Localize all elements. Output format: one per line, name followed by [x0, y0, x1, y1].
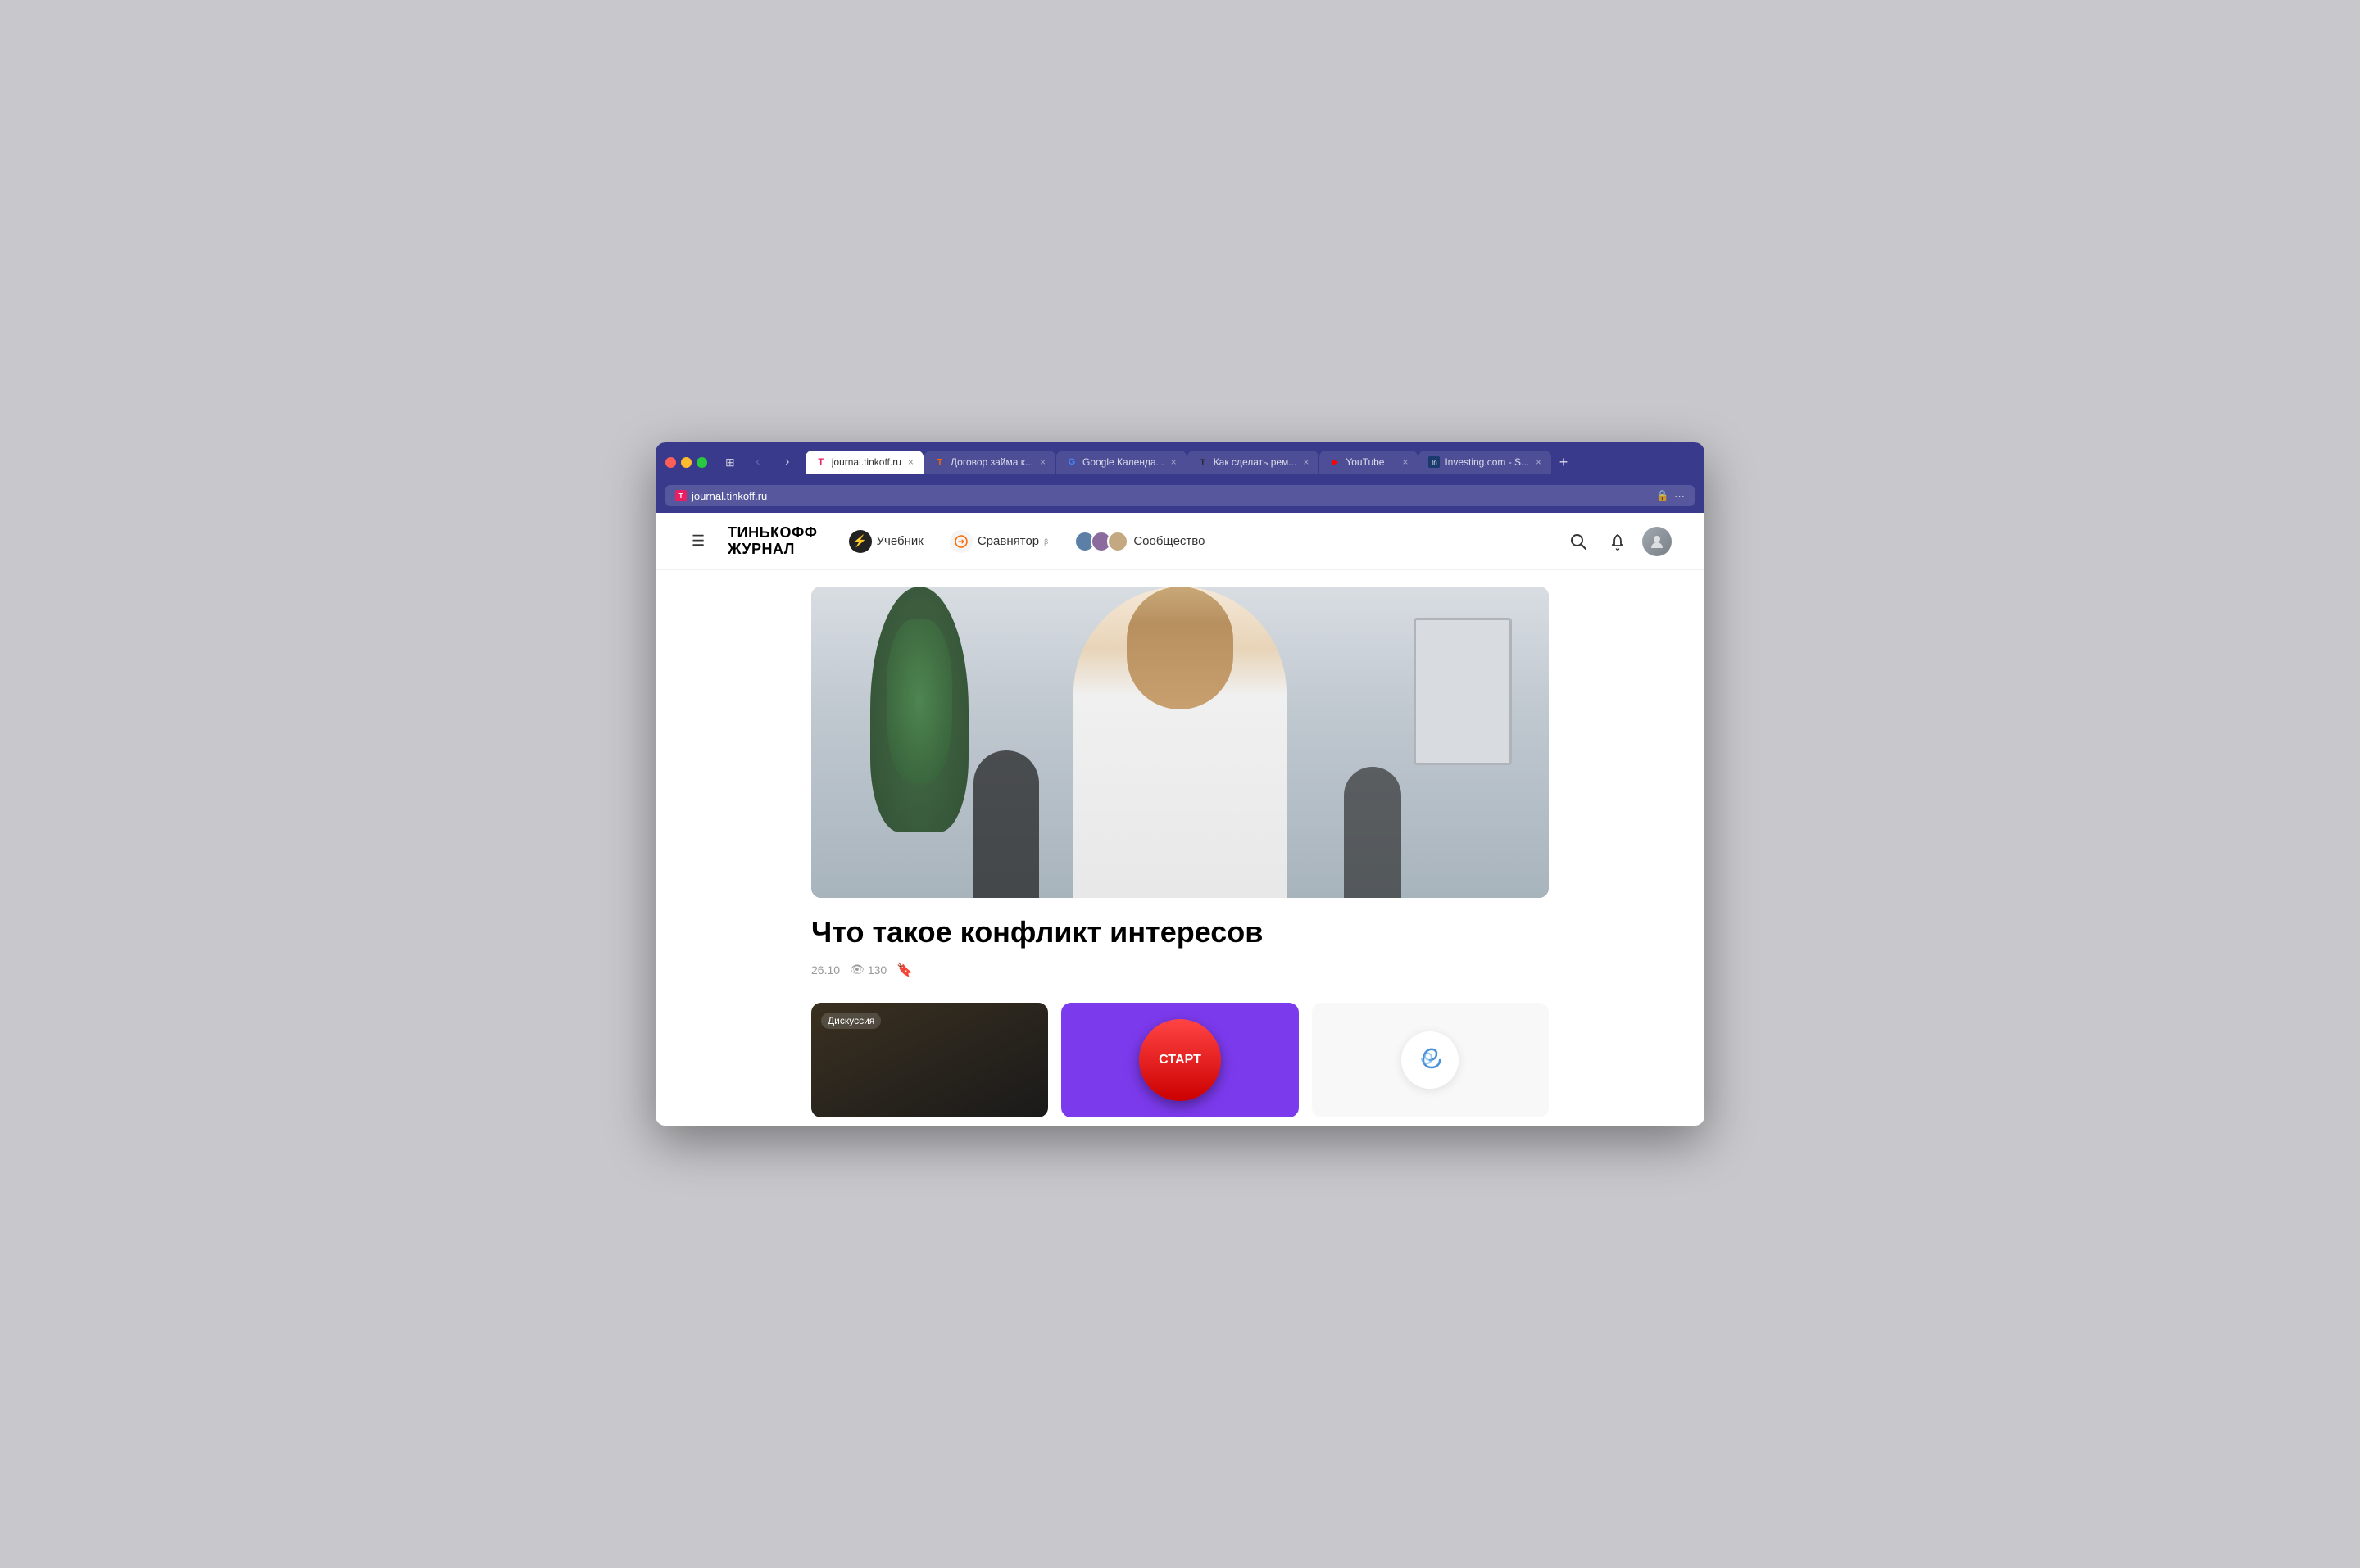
card-spiral[interactable] — [1312, 1003, 1549, 1117]
bell-button[interactable] — [1603, 527, 1632, 556]
main-nav: ⚡ Учебник Сравнятор β — [837, 523, 1545, 560]
back-button[interactable]: ‹ — [747, 451, 769, 474]
tab-dogovor[interactable]: Т Договор займа к... × — [924, 451, 1055, 474]
address-bar[interactable]: Т journal.tinkoff.ru 🔒 ··· — [665, 485, 1695, 506]
card-start[interactable]: СТАРТ — [1061, 1003, 1298, 1117]
tab-kak[interactable]: Т Как сделать рем... × — [1187, 451, 1319, 474]
tab-dogovor-favicon: Т — [934, 456, 946, 468]
header-actions — [1564, 527, 1672, 556]
active-tab-favicon: Т — [675, 490, 687, 501]
address-more-icon[interactable]: ··· — [1674, 490, 1685, 502]
main-content: Что такое конфликт интересов 26.10 👁 130… — [811, 570, 1549, 1125]
traffic-lights — [665, 457, 707, 468]
tabs-row: Т journal.tinkoff.ru × Т Договор займа к… — [806, 451, 1575, 474]
tab-google-label: Google Календа... — [1082, 456, 1164, 468]
card-dark-inner: Дискуссия — [811, 1003, 1048, 1117]
tab-youtube-favicon: ▶ — [1329, 456, 1341, 468]
spiral-icon — [1401, 1031, 1459, 1089]
tab-dogovor-close[interactable]: × — [1040, 456, 1046, 468]
bookmark-icon[interactable]: 🔖 — [896, 962, 913, 978]
hero-image-content — [811, 587, 1549, 898]
nav-label-sravnyator: Сравнятор — [978, 534, 1039, 548]
tab-google-close[interactable]: × — [1171, 456, 1177, 468]
site-header: ☰ ТИНЬКОФФ ЖУРНАЛ ⚡ Учебник — [656, 513, 1704, 570]
tab-kak-label: Как сделать рем... — [1214, 456, 1297, 468]
nav-item-sravnyator[interactable]: Сравнятор β — [938, 523, 1060, 560]
hero-plant — [870, 587, 969, 832]
hero-figure-right — [1344, 767, 1401, 898]
nav-item-soobshchestvo[interactable]: Сообщество — [1063, 524, 1216, 559]
site-logo-line1: ТИНЬКОФФ — [728, 525, 817, 542]
card-purple-inner: СТАРТ — [1061, 1003, 1298, 1117]
card-white-inner — [1312, 1003, 1549, 1117]
bolt-icon: ⚡ — [849, 530, 872, 553]
cards-row: Дискуссия СТАРТ — [811, 1003, 1549, 1126]
hero-image — [811, 587, 1549, 898]
article-date: 26.10 — [811, 963, 840, 977]
tab-youtube-close[interactable]: × — [1402, 456, 1408, 468]
article-views-count: 130 — [868, 963, 887, 977]
tab-journal-favicon: Т — [815, 456, 827, 468]
new-tab-button[interactable]: + — [1552, 451, 1575, 474]
community-avatar-3 — [1107, 531, 1128, 552]
site-logo: ТИНЬКОФФ ЖУРНАЛ — [728, 525, 817, 558]
tab-google[interactable]: G Google Календа... × — [1056, 451, 1187, 474]
article-meta: 26.10 👁 130 🔖 — [811, 962, 1549, 978]
tab-kak-close[interactable]: × — [1303, 456, 1309, 468]
start-button-label: СТАРТ — [1159, 1053, 1201, 1067]
hero-whiteboard — [1414, 618, 1512, 765]
tab-kak-favicon: Т — [1197, 456, 1209, 468]
tab-investing[interactable]: In Investing.com - S... × — [1418, 451, 1551, 474]
eye-icon: 👁 — [850, 963, 865, 977]
tab-youtube[interactable]: ▶ YouTube × — [1319, 451, 1418, 474]
tab-journal-label: journal.tinkoff.ru — [832, 456, 901, 468]
lock-icon: 🔒 — [1656, 489, 1669, 502]
hero-person — [1073, 587, 1287, 898]
sidebar-toggle-button[interactable]: ⊞ — [720, 454, 740, 471]
page-content: ☰ ТИНЬКОФФ ЖУРНАЛ ⚡ Учебник — [656, 513, 1704, 1125]
tab-journal-close[interactable]: × — [908, 456, 914, 468]
nav-item-uchebnik[interactable]: ⚡ Учебник — [837, 523, 935, 560]
site-logo-line2: ЖУРНАЛ — [728, 542, 817, 558]
user-avatar-inner — [1642, 527, 1672, 556]
maximize-button[interactable] — [697, 457, 707, 468]
forward-button[interactable]: › — [776, 451, 799, 474]
browser-chrome: ⊞ ‹ › Т journal.tinkoff.ru × Т Договор з… — [656, 442, 1704, 513]
card-diskussiya-label: Дискуссия — [821, 1013, 881, 1029]
tab-investing-label: Investing.com - S... — [1445, 456, 1529, 468]
bolt-icon-char: ⚡ — [853, 534, 867, 548]
hamburger-button[interactable]: ☰ — [688, 529, 708, 553]
close-button[interactable] — [665, 457, 676, 468]
hero-figure-left — [974, 750, 1039, 898]
browser-window: ⊞ ‹ › Т journal.tinkoff.ru × Т Договор з… — [656, 442, 1704, 1125]
sravnyator-sup: β — [1044, 537, 1048, 546]
tab-dogovor-label: Договор займа к... — [951, 456, 1033, 468]
nav-label-uchebnik: Учебник — [877, 534, 924, 548]
minimize-button[interactable] — [681, 457, 692, 468]
community-avatars — [1074, 531, 1128, 552]
tab-youtube-label: YouTube — [1346, 456, 1396, 468]
tab-google-favicon: G — [1066, 456, 1078, 468]
user-avatar[interactable] — [1642, 527, 1672, 556]
url-text: journal.tinkoff.ru — [692, 490, 1651, 502]
search-button[interactable] — [1564, 527, 1593, 556]
compare-icon — [950, 530, 973, 553]
article-title: Что такое конфликт интересов — [811, 914, 1549, 949]
browser-top-bar: ⊞ ‹ › Т journal.tinkoff.ru × Т Договор з… — [665, 451, 1695, 474]
tab-journal[interactable]: Т journal.tinkoff.ru × — [806, 451, 924, 474]
article-views: 👁 130 — [850, 963, 887, 977]
card-diskussiya[interactable]: Дискуссия — [811, 1003, 1048, 1117]
tab-investing-close[interactable]: × — [1536, 456, 1541, 468]
address-bar-row: Т journal.tinkoff.ru 🔒 ··· — [665, 480, 1695, 513]
tab-investing-favicon: In — [1428, 456, 1440, 468]
start-button[interactable]: СТАРТ — [1139, 1019, 1221, 1101]
nav-label-soobshchestvo: Сообщество — [1133, 534, 1205, 548]
